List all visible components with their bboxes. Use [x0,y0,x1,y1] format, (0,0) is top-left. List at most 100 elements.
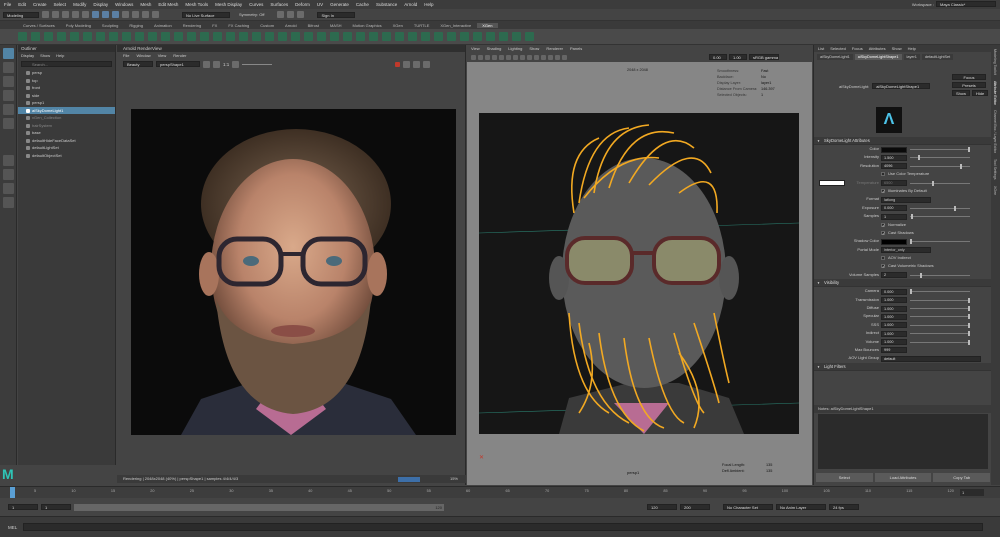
menu-deform[interactable]: Deform [295,2,310,7]
menu-file[interactable]: File [4,2,11,7]
vis-slider[interactable] [910,322,970,328]
attr-menu-selected[interactable]: Selected [830,46,846,51]
menu-set-dropdown[interactable]: Modeling [3,11,39,18]
fps-dropdown[interactable]: 24 fps [829,504,859,510]
menu-uv[interactable]: UV [317,2,323,7]
select-component-icon[interactable] [112,11,119,18]
menu-arnold[interactable]: Arnold [404,2,417,7]
shelf-tool-icon[interactable] [200,32,209,41]
sss-vis-field[interactable]: 1.000 [881,322,907,329]
load-attributes-button[interactable]: Load Attributes [874,473,932,482]
image-plane-icon[interactable] [485,54,490,60]
max-bounces-field[interactable]: 999 [881,347,907,354]
isolate-select-icon[interactable] [555,54,560,60]
select-object-icon[interactable] [102,11,109,18]
vp-menu-panels[interactable]: Panels [570,46,582,51]
node-tab[interactable]: layer1 [903,53,920,60]
grid-icon[interactable] [492,54,497,60]
temperature-slider[interactable] [910,180,970,186]
shelf-tab[interactable]: Animation [149,23,177,28]
viewport-scene[interactable]: 2048 x 2048 Smoothness: Fast Backface: No … [467,62,812,485]
visibility-section[interactable]: Visibility [814,279,992,288]
samples-field[interactable]: 1 [881,213,907,220]
shelf-tab[interactable]: Curves / Surfaces [18,23,60,28]
shelf-tool-icon[interactable] [434,32,443,41]
time-slider[interactable]: 5 10 15 20 25 30 35 40 45 50 55 60 65 70 75 80 85 90 95 100… [0,486,1000,499]
menu-mesh-tools[interactable]: Mesh Tools [185,2,208,7]
shelf-tool-icon[interactable] [447,32,456,41]
shelf-tool-icon[interactable] [330,32,339,41]
diffuse-vis-field[interactable]: 1.000 [881,305,907,312]
outliner-item[interactable]: hairSystem [18,122,115,130]
shelf-tool-icon[interactable] [44,32,53,41]
menu-help[interactable]: Help [424,2,433,7]
film-gate-icon[interactable] [499,54,504,60]
channel-box-tab[interactable]: Channel Box / Layer Editor [993,110,997,153]
shelf-tool-icon[interactable] [31,32,40,41]
shelf-tab[interactable]: MASH [325,23,347,28]
shelf-tab[interactable]: Arnold [280,23,302,28]
color-slider[interactable] [910,147,970,152]
temperature-field[interactable]: 6500 [881,180,907,187]
shelf-tool-icon[interactable] [369,32,378,41]
shelf-tool-icon[interactable] [408,32,417,41]
modeling-toolkit-tab[interactable]: Modeling Toolkit [993,49,997,75]
node-tab[interactable]: defaultLightSet [921,53,954,60]
attr-menu-focus[interactable]: Focus [852,46,863,51]
undo-icon[interactable] [72,11,79,18]
outliner-item[interactable]: top [18,77,115,85]
outliner-item-selected[interactable]: aiSkyDomeLight1 [18,106,115,114]
menu-substance[interactable]: Substance [376,2,397,7]
vp-menu-renderer[interactable]: Renderer [546,46,563,51]
normalize-checkbox[interactable] [881,222,885,230]
shelf-tool-icon[interactable] [499,32,508,41]
stop-render-icon[interactable] [395,61,401,67]
smooth-shade-icon[interactable] [520,54,525,60]
menu-mesh[interactable]: Mesh [140,2,151,7]
camera-vis-field[interactable]: 0.000 [881,288,907,295]
portal-mode-dropdown[interactable]: interior_only [881,247,931,254]
rv-menu-window[interactable]: Window [136,53,150,58]
scale-tool-icon[interactable] [2,118,14,129]
samples-slider[interactable] [910,214,970,220]
shelf-tool-icon[interactable] [135,32,144,41]
far-clip-field[interactable]: 1.00 [729,54,747,60]
vp-menu-view[interactable]: View [471,46,480,51]
shelf-tool-icon[interactable] [525,32,534,41]
menu-display[interactable]: Display [93,2,108,7]
skydome-attributes-section[interactable]: SkyDomeLight Attributes [814,137,992,145]
snap-surface-icon[interactable] [152,11,159,18]
shelf-tab[interactable]: XGen_Interactive [435,23,476,28]
playback-end-field[interactable]: 120 [647,504,677,510]
format-dropdown[interactable]: latlong [881,196,931,203]
shadows-icon[interactable] [541,54,546,60]
menu-cache[interactable]: Cache [356,2,369,7]
shelf-tool-icon[interactable] [226,32,235,41]
live-surface-field[interactable]: No Live Surface [182,11,230,18]
shelf-tab[interactable]: XGen [388,23,408,28]
rv-menu-file[interactable]: File [123,53,129,58]
wireframe-icon[interactable] [513,54,518,60]
render-settings-icon[interactable] [297,11,305,18]
exposure-slider[interactable] [242,63,273,65]
node-tab[interactable]: aiSkyDomeLight1 [817,53,853,60]
menu-edit-mesh[interactable]: Edit Mesh [158,2,178,7]
save-scene-icon[interactable] [62,11,69,18]
indirect-vis-field[interactable]: 1.000 [881,330,907,337]
outliner-item[interactable]: base [18,129,115,137]
shelf-tool-icon[interactable] [291,32,300,41]
vis-slider[interactable] [910,306,970,312]
menu-generate[interactable]: Generate [330,2,349,7]
intensity-slider[interactable] [910,155,970,161]
outliner-item[interactable]: xGen_Collection [18,114,115,122]
crop-region-icon[interactable] [413,60,421,68]
shelf-tool-icon[interactable] [239,32,248,41]
alpha-channel-icon[interactable] [213,60,220,68]
shelf-tab[interactable]: Poly Modeling [61,23,96,28]
shelf-tool-icon[interactable] [213,32,222,41]
shelf-tool-icon[interactable] [265,32,274,41]
aov-dropdown[interactable]: Beauty [123,61,153,67]
outliner-item[interactable]: defaultLightSet [18,144,115,152]
near-clip-field[interactable]: 0.00 [709,54,727,60]
resolution-slider[interactable] [910,163,970,169]
